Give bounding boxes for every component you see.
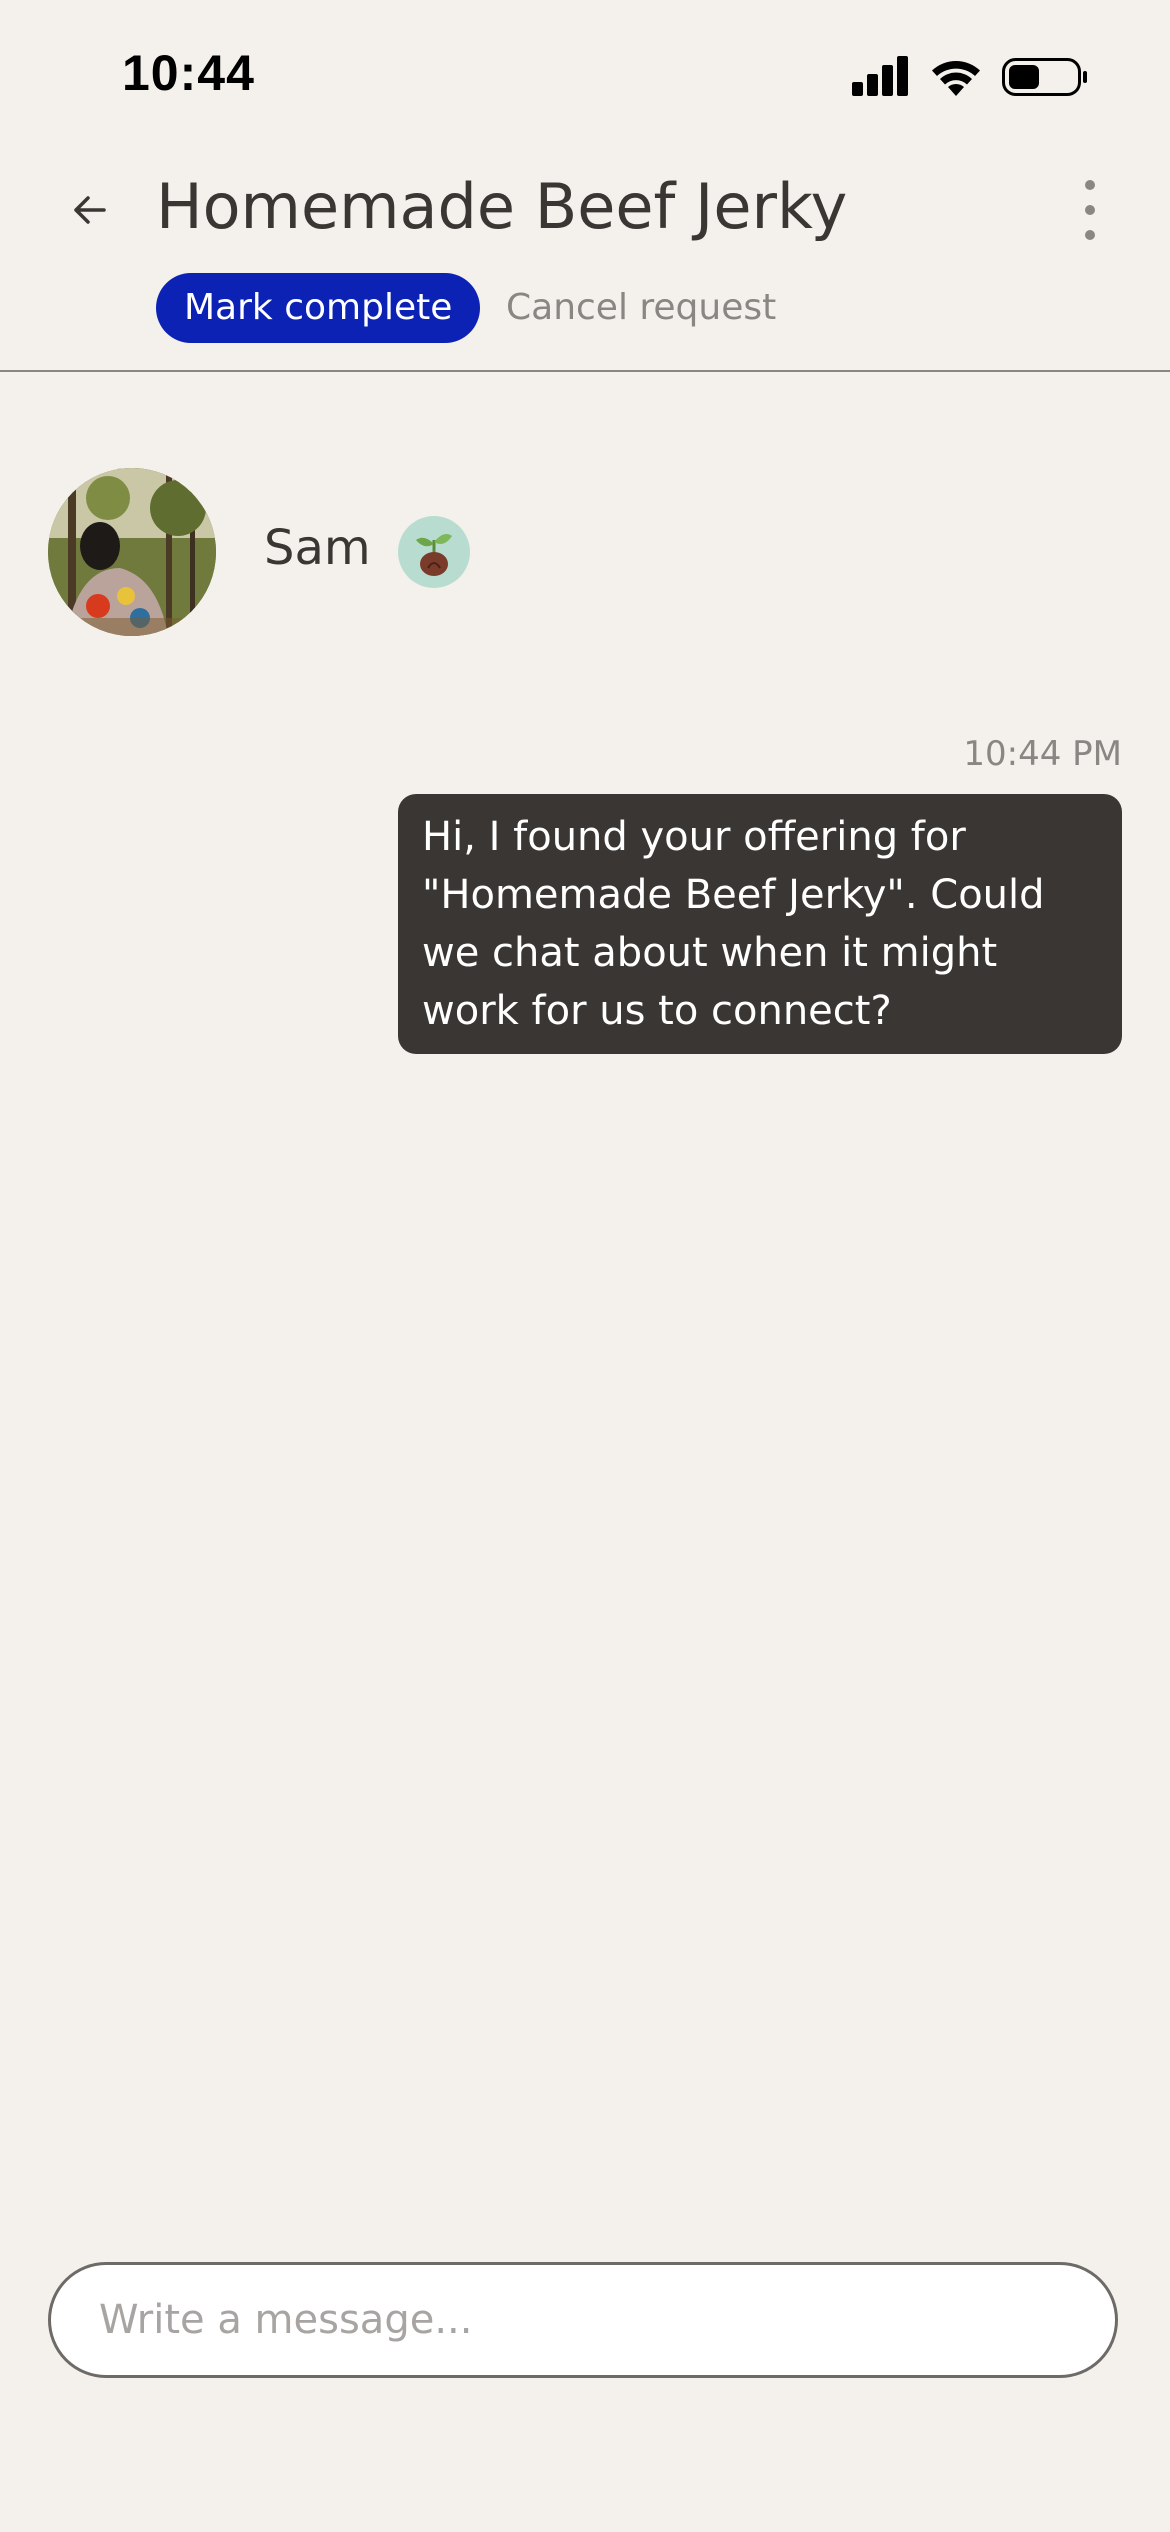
cancel-request-button[interactable]: Cancel request — [506, 273, 776, 343]
badge — [398, 516, 470, 588]
message-composer[interactable] — [48, 2262, 1118, 2378]
status-time: 10:44 — [122, 45, 255, 101]
contact-row: Sam — [0, 468, 1170, 638]
message-timestamp: 10:44 PM — [963, 734, 1122, 774]
back-button[interactable] — [60, 180, 120, 240]
message-input[interactable] — [99, 2265, 1059, 2375]
seedling-icon — [416, 534, 452, 576]
avatar-photo — [48, 468, 216, 636]
header: Homemade Beef Jerky Mark complete Cancel… — [0, 150, 1170, 372]
battery-icon — [1002, 58, 1087, 96]
wifi-icon — [932, 60, 980, 96]
page-title: Homemade Beef Jerky — [156, 170, 848, 243]
status-bar: 10:44 — [0, 0, 1170, 150]
message-bubble: Hi, I found your offering for "Homemade … — [398, 794, 1122, 1054]
contact-name: Sam — [264, 520, 371, 576]
avatar[interactable] — [48, 468, 216, 636]
more-vertical-icon — [1085, 180, 1095, 240]
more-options-button[interactable] — [1070, 172, 1110, 248]
mark-complete-button[interactable]: Mark complete — [156, 273, 481, 343]
arrow-left-icon — [74, 196, 106, 224]
status-icons — [852, 52, 1092, 102]
cellular-signal-icon — [852, 56, 908, 96]
